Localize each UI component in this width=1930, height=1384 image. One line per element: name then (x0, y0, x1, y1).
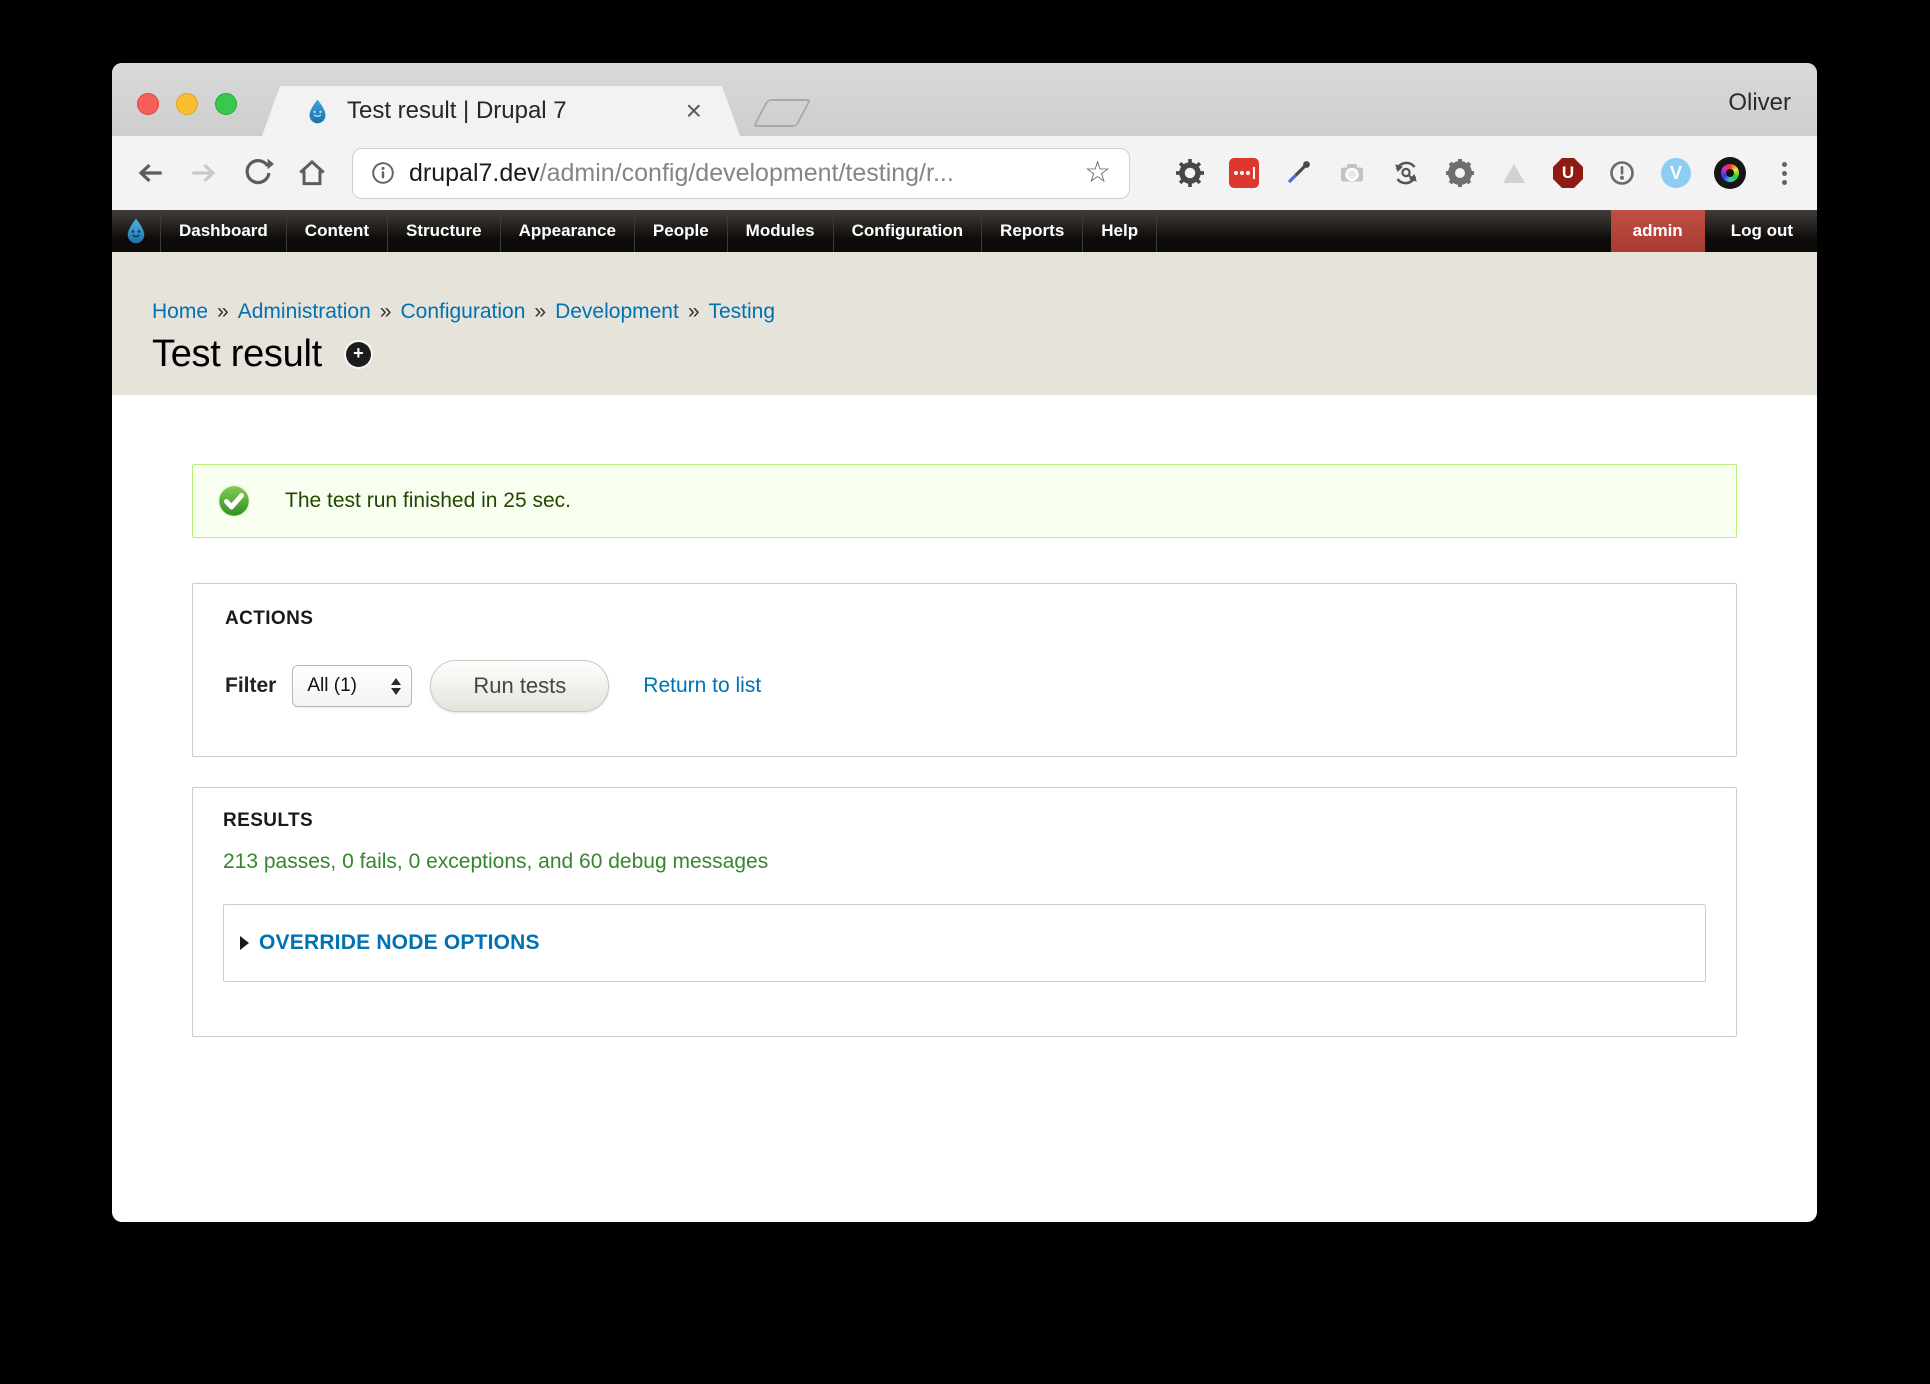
breadcrumb-separator: » (217, 300, 229, 323)
toolbar-item-modules[interactable]: Modules (727, 210, 833, 252)
color-picker-icon[interactable] (1281, 156, 1315, 190)
status-message: The test run finished in 25 sec. (192, 464, 1737, 538)
breadcrumb-link-administration[interactable]: Administration (238, 300, 371, 323)
url-bar[interactable]: drupal7.dev/admin/config/development/tes… (352, 148, 1130, 199)
tab-close-icon[interactable]: × (686, 97, 702, 125)
toolbar-item-people[interactable]: People (634, 210, 727, 252)
browser-navbar: drupal7.dev/admin/config/development/tes… (112, 136, 1817, 210)
actions-legend: ACTIONS (225, 608, 1704, 630)
override-node-options-link[interactable]: OVERRIDE NODE OPTIONS (259, 931, 540, 955)
breadcrumb-link-development[interactable]: Development (555, 300, 679, 323)
session-sync-icon[interactable] (1389, 156, 1423, 190)
browser-tab[interactable]: Test result | Drupal 7 × (262, 86, 740, 136)
url-domain: drupal7.dev (409, 159, 540, 187)
bookmark-star-icon[interactable]: ☆ (1084, 158, 1111, 188)
actions-fieldset: ACTIONS Filter All (1) Run tests Return … (192, 583, 1737, 757)
new-tab-button[interactable] (753, 99, 812, 127)
close-window-button[interactable] (137, 93, 159, 115)
results-fieldset: RESULTS 213 passes, 0 fails, 0 exception… (192, 787, 1737, 1037)
toolbar-logout[interactable]: Log out (1705, 210, 1817, 252)
toolbar-item-appearance[interactable]: Appearance (500, 210, 634, 252)
page-content: The test run finished in 25 sec. ACTIONS… (112, 395, 1817, 1037)
forward-icon (184, 153, 224, 193)
status-message-text: The test run finished in 25 sec. (285, 489, 571, 513)
drupal-favicon-icon (304, 98, 331, 125)
add-shortcut-icon[interactable]: + (346, 342, 371, 367)
filter-select[interactable]: All (1) (292, 665, 412, 707)
google-drive-icon[interactable] (1497, 156, 1531, 190)
vimium-icon[interactable]: V (1659, 156, 1693, 190)
results-summary: 213 passes, 0 fails, 0 exceptions, and 6… (223, 850, 1706, 874)
page-header: Home » Administration » Configuration » Develo… (112, 252, 1817, 395)
ublock-letter: U (1562, 163, 1574, 183)
toolbar-item-help[interactable]: Help (1082, 210, 1157, 252)
toolbar-item-configuration[interactable]: Configuration (833, 210, 981, 252)
url-text[interactable]: drupal7.dev/admin/config/development/tes… (409, 159, 954, 188)
toolbar-item-structure[interactable]: Structure (387, 210, 500, 252)
ublock-origin-icon[interactable]: U (1551, 156, 1585, 190)
toolbar-item-content[interactable]: Content (286, 210, 387, 252)
filter-select-value: All (1) (307, 675, 357, 697)
breadcrumb-link-configuration[interactable]: Configuration (400, 300, 525, 323)
tab-strip: Test result | Drupal 7 × Oliver (112, 63, 1817, 136)
drupal-admin-toolbar: Dashboard Content Structure Appearance P… (112, 210, 1817, 252)
extension-bar: U V (1173, 156, 1801, 190)
toolbar-item-reports[interactable]: Reports (981, 210, 1082, 252)
zoom-window-button[interactable] (215, 93, 237, 115)
browser-profile-name[interactable]: Oliver (1728, 89, 1791, 117)
back-icon[interactable] (130, 153, 170, 193)
onepassword-icon[interactable] (1605, 156, 1639, 190)
override-node-options-fieldset[interactable]: OVERRIDE NODE OPTIONS (223, 904, 1706, 982)
toolbar-item-dashboard[interactable]: Dashboard (160, 210, 286, 252)
url-path: /admin/config/development/testing/r... (540, 159, 954, 187)
collapsed-arrow-icon (240, 936, 249, 950)
vimium-letter: V (1670, 163, 1682, 184)
breadcrumb-link-testing[interactable]: Testing (709, 300, 776, 323)
screenshot-camera-icon[interactable] (1335, 156, 1369, 190)
page-title: Test result (152, 333, 322, 376)
breadcrumb: Home » Administration » Configuration » Develo… (152, 300, 1777, 324)
browser-window: Test result | Drupal 7 × Oliver drupal7.… (112, 63, 1817, 1222)
breadcrumb-separator: » (688, 300, 700, 323)
minimize-window-button[interactable] (176, 93, 198, 115)
browser-menu-icon[interactable] (1767, 156, 1801, 190)
run-tests-button[interactable]: Run tests (430, 660, 609, 712)
select-arrows-icon (391, 678, 401, 695)
home-icon[interactable] (292, 153, 332, 193)
tab-title: Test result | Drupal 7 (347, 97, 567, 125)
results-legend: RESULTS (223, 810, 1706, 832)
success-check-icon (217, 484, 251, 518)
toolbar-user-admin[interactable]: admin (1611, 210, 1705, 252)
userscript-gear-icon[interactable] (1443, 156, 1477, 190)
lastpass-icon[interactable] (1227, 156, 1261, 190)
camera-lens-icon[interactable] (1713, 156, 1747, 190)
breadcrumb-link-home[interactable]: Home (152, 300, 208, 323)
drupal-logo-icon[interactable] (112, 210, 160, 252)
reload-icon[interactable] (238, 153, 278, 193)
filter-label: Filter (225, 674, 276, 698)
breadcrumb-separator: » (380, 300, 392, 323)
breadcrumb-separator: » (534, 300, 546, 323)
settings-gear-icon[interactable] (1173, 156, 1207, 190)
page-info-icon[interactable] (371, 161, 395, 185)
return-to-list-link[interactable]: Return to list (643, 674, 761, 698)
